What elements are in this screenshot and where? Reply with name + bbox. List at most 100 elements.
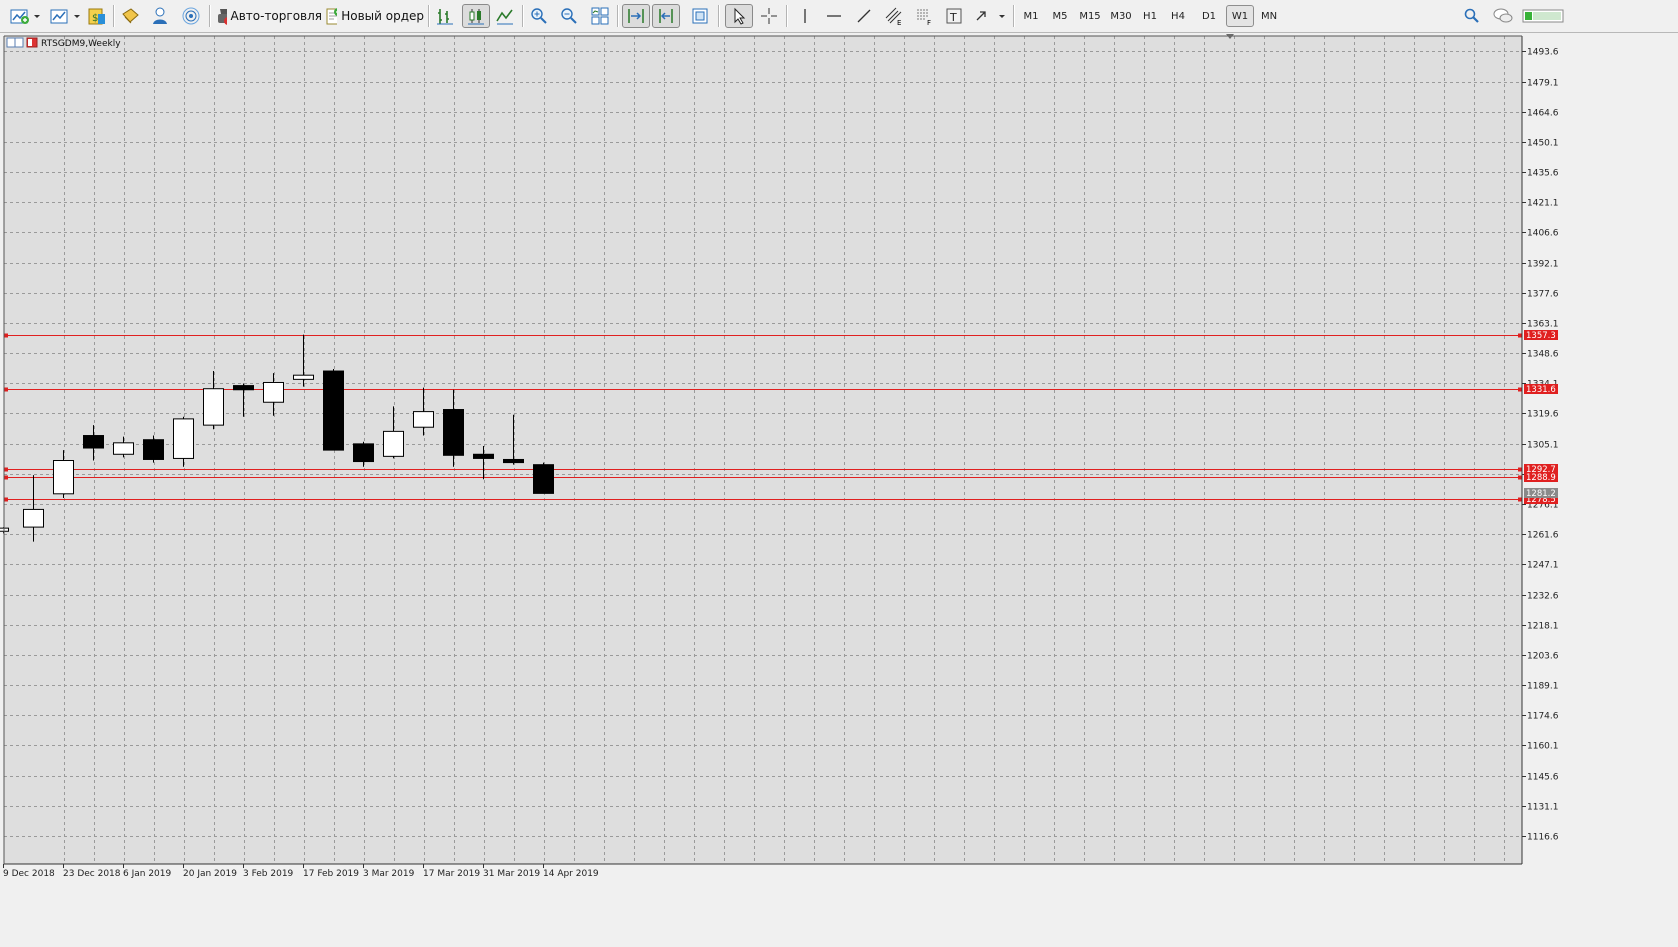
auto-trading-button[interactable]: Авто-торговля: [214, 4, 322, 28]
auto-scroll-icon: [628, 9, 644, 23]
new-order-icon: [326, 8, 338, 25]
candle: [323, 368, 344, 451]
candle-body-bearish: [143, 439, 164, 460]
price-label: 1421.1: [1527, 199, 1559, 209]
price-label: 1189.1: [1527, 682, 1559, 692]
text-tool-icon: T: [946, 8, 962, 24]
candle-body-bearish: [503, 458, 524, 464]
line-anchor-left[interactable]: [4, 333, 8, 338]
price-label: 1116.6: [1527, 833, 1559, 843]
line-anchor-left[interactable]: [4, 467, 8, 472]
level-price-label: 1331.6: [1526, 385, 1556, 395]
zoom-in-button[interactable]: [528, 4, 550, 28]
candle-body-bearish: [233, 385, 254, 391]
price-label: 1218.1: [1527, 622, 1559, 632]
current-price-label: 1281.2: [1526, 489, 1556, 499]
price-label: 1305.1: [1527, 441, 1559, 451]
price-label: 1406.6: [1527, 229, 1559, 239]
equidistant-channel-tool-button[interactable]: E: [882, 4, 906, 28]
crosshair-icon: [761, 8, 777, 24]
line-anchor-right[interactable]: [1518, 497, 1522, 502]
line-anchor-right[interactable]: [1518, 475, 1522, 480]
navigator-button[interactable]: [119, 4, 141, 28]
time-label: 3 Feb 2019: [243, 869, 294, 879]
candlestick-chart-button[interactable]: [462, 4, 490, 28]
fibonacci-icon: F: [917, 9, 931, 26]
timeframe-m5-button[interactable]: M5: [1047, 5, 1073, 27]
auto-scroll-button[interactable]: [622, 4, 650, 28]
new-chart-button[interactable]: [6, 4, 42, 28]
price-label: 1450.1: [1527, 139, 1559, 149]
timeframe-m1-button[interactable]: M1: [1018, 5, 1044, 27]
navigator-icon: [122, 8, 139, 24]
vertical-line-tool-button[interactable]: [794, 4, 816, 28]
zoom-out-button[interactable]: [558, 4, 580, 28]
profiles-button[interactable]: [46, 4, 82, 28]
search-button[interactable]: [1461, 4, 1483, 28]
candle-body-bullish: [383, 430, 404, 457]
chat-button[interactable]: [1491, 4, 1515, 28]
svg-text:$: $: [92, 13, 98, 24]
signals-icon: [182, 7, 200, 25]
line-anchor-left[interactable]: [4, 497, 8, 502]
crosshair-tool-button[interactable]: [758, 4, 780, 28]
line-anchor-right[interactable]: [1518, 333, 1522, 338]
svg-text:T: T: [949, 11, 957, 24]
timeframe-m15-button[interactable]: M15: [1075, 5, 1105, 27]
price-label: 1203.6: [1527, 652, 1559, 662]
arrows-tool-button[interactable]: [972, 4, 1008, 28]
time-label: 17 Mar 2019: [423, 869, 480, 879]
tile-windows-button[interactable]: [588, 4, 612, 28]
chart-shift-button[interactable]: [652, 4, 680, 28]
templates-button[interactable]: [688, 4, 712, 28]
svg-text:F: F: [927, 19, 931, 26]
line-anchor-right[interactable]: [1518, 387, 1522, 392]
line-chart-button[interactable]: [493, 4, 517, 28]
chart-title: RTSGDM9,Weekly: [41, 39, 121, 49]
line-anchor-left[interactable]: [4, 475, 8, 480]
timeframe-h1-button[interactable]: H1: [1138, 5, 1162, 27]
time-label: 23 Dec 2018: [63, 869, 121, 879]
candle-body-bearish: [323, 370, 344, 451]
price-label: 1145.6: [1527, 773, 1559, 783]
time-label: 3 Mar 2019: [363, 869, 415, 879]
market-watch-button[interactable]: $: [86, 4, 108, 28]
line-anchor-right[interactable]: [1518, 467, 1522, 472]
price-label: 1131.1: [1527, 803, 1559, 813]
price-label: 1160.1: [1527, 742, 1559, 752]
price-label: 1174.6: [1527, 712, 1559, 722]
signals-button[interactable]: [180, 4, 202, 28]
price-label: 1363.1: [1527, 320, 1559, 330]
connection-status[interactable]: [1522, 4, 1564, 28]
candle: [143, 435, 164, 463]
new-order-button[interactable]: Новый ордер: [324, 4, 424, 28]
auto-trading-icon: [218, 9, 227, 25]
horizontal-line-tool-button[interactable]: [823, 4, 845, 28]
bar-chart-icon: [437, 9, 453, 25]
timeframe-w1-button[interactable]: W1: [1226, 5, 1254, 27]
candle-body-bearish: [473, 453, 494, 459]
time-label: 9 Dec 2018: [3, 869, 55, 879]
terminal-button[interactable]: [149, 4, 171, 28]
timeframe-m30-button[interactable]: M30: [1107, 5, 1135, 27]
price-label: 1261.6: [1527, 531, 1559, 541]
price-label: 1319.6: [1527, 410, 1559, 420]
chart-window[interactable]: 1493.6 1479.1 1464.6 1450.1 1435.6 1421.1 1406…: [0, 33, 1678, 947]
chat-icon: [1493, 8, 1513, 23]
connection-status-icon: [1522, 9, 1564, 23]
timeframe-h4-button[interactable]: H4: [1166, 5, 1190, 27]
time-label: 6 Jan 2019: [123, 869, 171, 879]
templates-icon: [692, 8, 708, 24]
timeframe-mn-button[interactable]: MN: [1256, 5, 1282, 27]
line-anchor-left[interactable]: [4, 387, 8, 392]
text-tool-button[interactable]: T: [943, 4, 965, 28]
trendline-tool-button[interactable]: [853, 4, 875, 28]
cursor-tool-button[interactable]: [725, 4, 753, 28]
trendline-icon: [857, 9, 871, 23]
fibonacci-tool-button[interactable]: F: [912, 4, 936, 28]
svg-text:E: E: [897, 19, 901, 26]
candlestick-chart-icon: [468, 9, 484, 25]
toolbar: $ Авто-торговля Новый ордер E F T M1 M5 …: [0, 0, 1678, 33]
bar-chart-button[interactable]: [433, 4, 457, 28]
timeframe-d1-button[interactable]: D1: [1196, 5, 1222, 27]
